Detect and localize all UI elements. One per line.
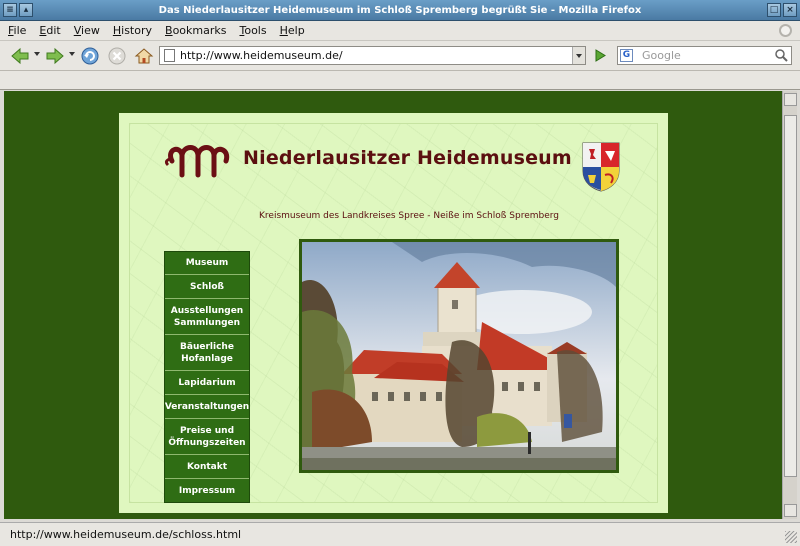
back-arrow-icon[interactable] (10, 46, 30, 66)
status-text: http://www.heidemuseum.de/schloss.html (10, 528, 242, 541)
go-arrow-icon[interactable] (591, 46, 609, 65)
address-bar[interactable]: http://www.heidemuseum.de/ (159, 46, 586, 65)
forward-arrow-icon[interactable] (45, 46, 65, 66)
home-icon[interactable] (134, 46, 154, 66)
activity-throbber-icon (779, 24, 792, 37)
menu-history[interactable]: History (113, 24, 152, 37)
back-history-dropdown-icon[interactable] (34, 52, 40, 56)
site-navigation: Museum Schloß Ausstellungen Sammlungen B… (164, 251, 250, 503)
content-viewport: Niederlausitzer Heidemuseum Kreismuseum … (4, 91, 782, 519)
search-placeholder: Google (642, 49, 681, 62)
forward-history-dropdown-icon[interactable] (69, 52, 75, 56)
page-icon (164, 49, 175, 62)
search-box[interactable]: G Google (617, 46, 792, 65)
resize-grip-icon[interactable] (785, 531, 797, 543)
scroll-down-arrow-icon[interactable] (784, 504, 797, 517)
bookmarks-toolbar (0, 71, 800, 90)
menu-view[interactable]: View (74, 24, 100, 37)
nav-schloss[interactable]: Schloß (165, 275, 249, 299)
window-titlebar: ≡ ▴ Das Niederlausitzer Heidemuseum im S… (0, 0, 800, 21)
site-subtitle: Kreismuseum des Landkreises Spree - Neiß… (259, 211, 560, 221)
museum-logo-icon (164, 145, 230, 178)
site-title: Niederlausitzer Heidemuseum (243, 147, 572, 169)
nav-kontakt[interactable]: Kontakt (165, 455, 249, 479)
scroll-up-arrow-icon[interactable] (784, 93, 797, 106)
nav-ausstellungen[interactable]: Ausstellungen Sammlungen (165, 299, 249, 335)
nav-lapidarium[interactable]: Lapidarium (165, 371, 249, 395)
site-panel: Niederlausitzer Heidemuseum Kreismuseum … (119, 113, 668, 513)
status-bar: http://www.heidemuseum.de/schloss.html (0, 522, 800, 546)
url-history-dropdown-icon[interactable] (572, 47, 585, 64)
vertical-scrollbar[interactable] (782, 91, 797, 519)
nav-preise[interactable]: Preise und Öffnungszeiten (165, 419, 249, 455)
window-title: Das Niederlausitzer Heidemuseum im Schlo… (158, 4, 642, 16)
nav-impressum[interactable]: Impressum (165, 479, 249, 502)
close-button[interactable]: × (783, 3, 797, 17)
menu-file[interactable]: File (8, 24, 26, 37)
reload-icon[interactable] (80, 46, 100, 66)
coat-of-arms-icon (582, 142, 620, 192)
castle-photo (302, 242, 616, 470)
nav-museum[interactable]: Museum (165, 252, 249, 275)
google-engine-icon[interactable]: G (620, 49, 633, 62)
url-text: http://www.heidemuseum.de/ (180, 49, 343, 62)
window-menu-button[interactable]: ≡ (3, 3, 17, 17)
castle-photo-frame (299, 239, 619, 473)
menu-bar: File Edit View History Bookmarks Tools H… (0, 21, 800, 41)
nav-hofanlage[interactable]: Bäuerliche Hofanlage (165, 335, 249, 371)
scrollbar-thumb[interactable] (784, 115, 797, 477)
maximize-button[interactable]: □ (767, 3, 781, 17)
nav-veranstaltungen[interactable]: Veranstaltungen (165, 395, 249, 419)
stop-icon[interactable] (107, 46, 127, 66)
menu-edit[interactable]: Edit (39, 24, 60, 37)
menu-help[interactable]: Help (280, 24, 305, 37)
menu-tools[interactable]: Tools (239, 24, 266, 37)
shade-button[interactable]: ▴ (19, 3, 33, 17)
search-icon[interactable] (774, 48, 789, 63)
menu-bookmarks[interactable]: Bookmarks (165, 24, 226, 37)
